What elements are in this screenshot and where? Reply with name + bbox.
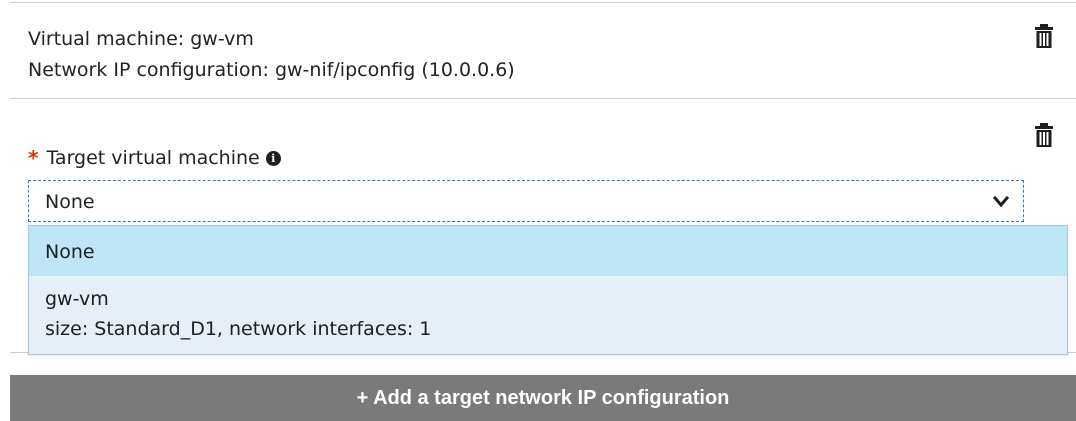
target-vm-dropdown: None gw-vm size: Standard_D1, network in… (28, 225, 1068, 355)
existing-ip-text: Network IP configuration: gw-nif/ipconfi… (28, 59, 515, 81)
info-icon[interactable]: i (265, 150, 281, 166)
top-divider (10, 2, 1076, 3)
trash-icon[interactable] (1033, 122, 1055, 148)
option-label: None (45, 241, 95, 263)
select-value: None (45, 191, 95, 213)
required-marker: * (28, 146, 39, 170)
existing-vm-text: Virtual machine: gw-vm (28, 28, 254, 50)
section-divider (10, 98, 1076, 99)
dropdown-option-none[interactable]: None (29, 226, 1067, 276)
option-detail: size: Standard_D1, network interfaces: 1 (45, 318, 432, 340)
trash-icon[interactable] (1033, 23, 1055, 49)
chevron-down-icon[interactable] (992, 194, 1010, 208)
target-vm-label: Target virtual machine (46, 147, 260, 169)
target-vm-select[interactable]: None (28, 180, 1024, 222)
page: Virtual machine: gw-vm Network IP config… (0, 0, 1076, 421)
dropdown-option-gw-vm[interactable]: gw-vm size: Standard_D1, network interfa… (29, 276, 1067, 354)
option-label: gw-vm (45, 288, 109, 310)
add-target-ip-config-button[interactable]: + Add a target network IP configuration (10, 375, 1076, 421)
target-vm-label-row: * Target virtual machine i (28, 146, 281, 170)
